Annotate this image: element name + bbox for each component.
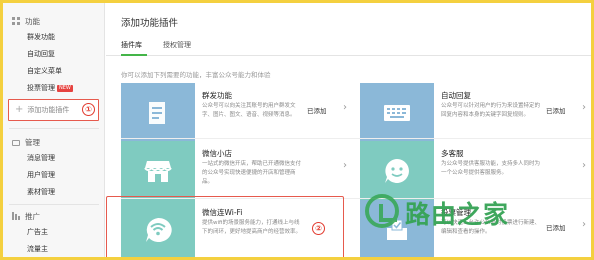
hint-text: 你可以添加下列需要的功能，丰富公众号能力和体验	[121, 71, 271, 79]
plus-icon: +	[15, 104, 24, 115]
step-1-marker: ①	[82, 103, 95, 116]
sidebar-section-title: 推广	[25, 211, 40, 221]
plugin-card-multi-service[interactable]: 多客服 为公众号提供客服功能，支持多人同时为一个公众号提供客服服务。 ›	[360, 141, 591, 201]
row-divider	[121, 138, 591, 139]
monitor-icon	[12, 139, 20, 146]
smile-icon	[385, 159, 409, 183]
sidebar-item-publisher[interactable]: 流量主	[27, 244, 48, 255]
card-title: 多客服	[441, 149, 464, 158]
page-title: 添加功能插件	[121, 18, 179, 29]
divider	[9, 204, 99, 205]
sidebar-section-features: 功能	[12, 15, 40, 27]
card-title: 群发功能	[202, 91, 232, 100]
chevron-right-icon: ›	[582, 219, 586, 230]
watermark-text: 路由之家	[405, 200, 510, 229]
chevron-right-icon: ›	[582, 102, 586, 113]
tab-authorization[interactable]: 授权管理	[163, 39, 191, 56]
main-content: 添加功能插件 插件库 授权管理 你可以添加下列需要的功能，丰富公众号能力和体验 …	[106, 3, 591, 257]
card-description: 公众号可以针对用户的行为来设置特定的回复内容和本身的关键字回复规则。	[441, 103, 541, 118]
card-status: 已添加	[546, 224, 566, 232]
new-badge: NEW	[57, 85, 73, 92]
sidebar-section-promotion: 推广	[12, 210, 40, 222]
card-description: 一站式的微信开店，帮助已开通微信支付的公众号实现快速便捷的开店和管理商品。	[202, 161, 302, 185]
sidebar-section-manage: 管理	[12, 136, 40, 148]
plugin-card-mass-send[interactable]: 群发功能 公众号可以向关注其账号的用户群发文字、图片、图文、语音、视频等消息。 …	[121, 83, 354, 143]
app-frame: 功能 群发功能 自动回复 自定义菜单 投票管理 NEW + 添加功能插件 ① 管理…	[3, 3, 591, 257]
chevron-right-icon: ›	[343, 160, 347, 171]
plugin-card-wechat-shop[interactable]: 微信小店 一站式的微信开店，帮助已开通微信支付的公众号实现快速便捷的开店和管理商…	[121, 141, 354, 201]
sidebar-item-messages[interactable]: 消息管理	[27, 153, 55, 164]
card-status: 已添加	[546, 107, 566, 115]
sidebar-section-title: 管理	[25, 137, 40, 147]
card-title: 自动回复	[441, 91, 471, 100]
wifi-card-highlight	[106, 196, 344, 257]
card-icon-box	[360, 83, 434, 143]
tab-plugin-library[interactable]: 插件库	[121, 39, 147, 56]
watermark-logo-icon	[365, 194, 399, 228]
sidebar: 功能 群发功能 自动回复 自定义菜单 投票管理 NEW + 添加功能插件 ① 管理…	[3, 3, 105, 257]
divider	[9, 128, 99, 129]
tab-bar: 插件库 授权管理	[106, 39, 591, 56]
grid-icon	[12, 17, 20, 25]
card-icon-box	[121, 83, 195, 143]
shop-icon	[144, 161, 172, 182]
card-status: 已添加	[307, 107, 327, 115]
sidebar-item-advertiser[interactable]: 广告主	[27, 227, 48, 238]
sidebar-item-vote-manage[interactable]: 投票管理 NEW	[27, 83, 73, 94]
sidebar-item-auto-reply[interactable]: 自动回复	[27, 49, 55, 60]
sidebar-item-mass-send[interactable]: 群发功能	[27, 32, 55, 43]
plugin-card-auto-reply[interactable]: 自动回复 公众号可以针对用户的行为来设置特定的回复内容和本身的关键字回复规则。 …	[360, 83, 591, 143]
card-description: 为公众号提供客服功能，支持多人同时为一个公众号提供客服服务。	[441, 161, 541, 176]
card-title: 微信小店	[202, 149, 232, 158]
sidebar-item-materials[interactable]: 素材管理	[27, 187, 55, 198]
promotion-icon	[12, 212, 20, 220]
sidebar-item-custom-menu[interactable]: 自定义菜单	[27, 66, 62, 77]
step-2-marker: ②	[312, 222, 325, 235]
card-description: 公众号可以向关注其账号的用户群发文字、图片、图文、语音、视频等消息。	[202, 103, 296, 118]
add-plugin-label: 添加功能插件	[27, 106, 70, 114]
sidebar-item-label: 投票管理	[27, 84, 55, 92]
keyboard-icon	[384, 105, 410, 121]
chevron-right-icon: ›	[582, 160, 586, 171]
document-icon	[149, 102, 165, 124]
card-icon-box	[121, 141, 195, 201]
sidebar-section-title: 功能	[25, 16, 40, 26]
sidebar-item-users[interactable]: 用户管理	[27, 170, 55, 181]
card-icon-box	[360, 141, 434, 201]
chevron-right-icon: ›	[343, 102, 347, 113]
